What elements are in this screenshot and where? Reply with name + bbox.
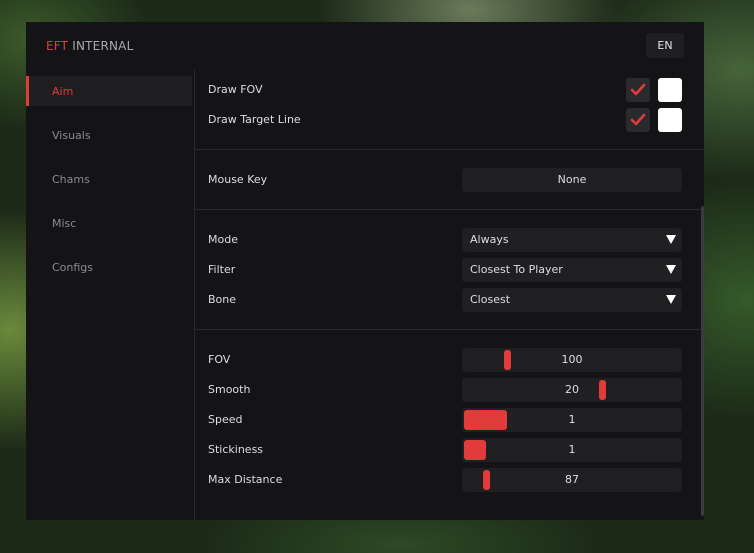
divider bbox=[195, 149, 704, 150]
dropdown-arrow-icon bbox=[666, 235, 676, 244]
speed-label: Speed bbox=[208, 413, 243, 426]
scrollbar[interactable] bbox=[701, 206, 704, 516]
fov-label: FOV bbox=[208, 353, 231, 366]
app-title: EFT INTERNAL bbox=[46, 39, 133, 53]
filter-dropdown[interactable]: Closest To Player bbox=[462, 258, 682, 282]
draw-target-line-checkbox[interactable] bbox=[626, 108, 650, 132]
max-distance-label: Max Distance bbox=[208, 473, 283, 486]
max-distance-value: 87 bbox=[565, 473, 579, 486]
filter-row: Filter Closest To Player bbox=[195, 255, 692, 285]
sidebar-item-aim[interactable]: Aim bbox=[26, 76, 192, 106]
smooth-slider[interactable]: 20 bbox=[462, 378, 682, 402]
mouse-key-label: Mouse Key bbox=[208, 173, 268, 186]
checkmark-icon bbox=[630, 113, 646, 126]
fov-slider-row: FOV 100 bbox=[195, 345, 692, 375]
app-title-rest: INTERNAL bbox=[72, 39, 134, 53]
stickiness-label: Stickiness bbox=[208, 443, 264, 456]
language-button[interactable]: EN bbox=[646, 33, 684, 58]
aim-settings-panel: Draw FOV Draw Target Line Mouse Key None… bbox=[195, 70, 704, 520]
sidebar-item-chams[interactable]: Chams bbox=[26, 164, 192, 194]
stickiness-slider[interactable]: 1 bbox=[462, 438, 682, 462]
bone-label: Bone bbox=[208, 293, 237, 306]
sidebar-item-configs[interactable]: Configs bbox=[26, 252, 192, 282]
stickiness-slider-row: Stickiness 1 bbox=[195, 435, 692, 465]
divider bbox=[195, 329, 704, 330]
mode-dropdown[interactable]: Always bbox=[462, 228, 682, 252]
mode-label: Mode bbox=[208, 233, 238, 246]
sidebar-item-visuals[interactable]: Visuals bbox=[26, 120, 192, 150]
main-window: EFT INTERNAL EN Aim Visuals Chams Misc C… bbox=[26, 22, 704, 520]
bone-dropdown[interactable]: Closest bbox=[462, 288, 682, 312]
mode-value: Always bbox=[470, 233, 509, 246]
sidebar-item-misc[interactable]: Misc bbox=[26, 208, 192, 238]
smooth-slider-row: Smooth 20 bbox=[195, 375, 692, 405]
titlebar: EFT INTERNAL EN bbox=[26, 22, 704, 70]
draw-target-line-color-swatch[interactable] bbox=[658, 108, 682, 132]
draw-fov-color-swatch[interactable] bbox=[658, 78, 682, 102]
filter-value: Closest To Player bbox=[470, 263, 563, 276]
toggle-row-draw-target-line: Draw Target Line bbox=[195, 105, 692, 135]
draw-fov-label: Draw FOV bbox=[208, 83, 263, 96]
stickiness-value: 1 bbox=[568, 443, 576, 456]
mouse-key-value: None bbox=[557, 173, 587, 186]
bone-row: Bone Closest bbox=[195, 285, 692, 315]
fov-slider[interactable]: 100 bbox=[462, 348, 682, 372]
smooth-value: 20 bbox=[565, 383, 579, 396]
fov-value: 100 bbox=[561, 353, 583, 366]
checkmark-icon bbox=[630, 83, 646, 96]
speed-value: 1 bbox=[568, 413, 576, 426]
max-distance-slider[interactable]: 87 bbox=[462, 468, 682, 492]
divider bbox=[195, 209, 704, 210]
dropdown-arrow-icon bbox=[666, 295, 676, 304]
mouse-key-button[interactable]: None bbox=[462, 168, 682, 192]
dropdown-arrow-icon bbox=[666, 265, 676, 274]
draw-fov-checkbox[interactable] bbox=[626, 78, 650, 102]
speed-slider[interactable]: 1 bbox=[462, 408, 682, 432]
mode-row: Mode Always bbox=[195, 225, 692, 255]
app-title-accent: EFT bbox=[46, 39, 69, 53]
speed-slider-row: Speed 1 bbox=[195, 405, 692, 435]
sidebar: Aim Visuals Chams Misc Configs bbox=[26, 70, 195, 520]
filter-label: Filter bbox=[208, 263, 236, 276]
bone-value: Closest bbox=[470, 293, 511, 306]
mouse-key-row: Mouse Key None bbox=[195, 165, 692, 195]
smooth-label: Smooth bbox=[208, 383, 251, 396]
max-distance-slider-row: Max Distance 87 bbox=[195, 465, 692, 495]
toggle-row-draw-fov: Draw FOV bbox=[195, 75, 692, 105]
draw-target-line-label: Draw Target Line bbox=[208, 113, 301, 126]
